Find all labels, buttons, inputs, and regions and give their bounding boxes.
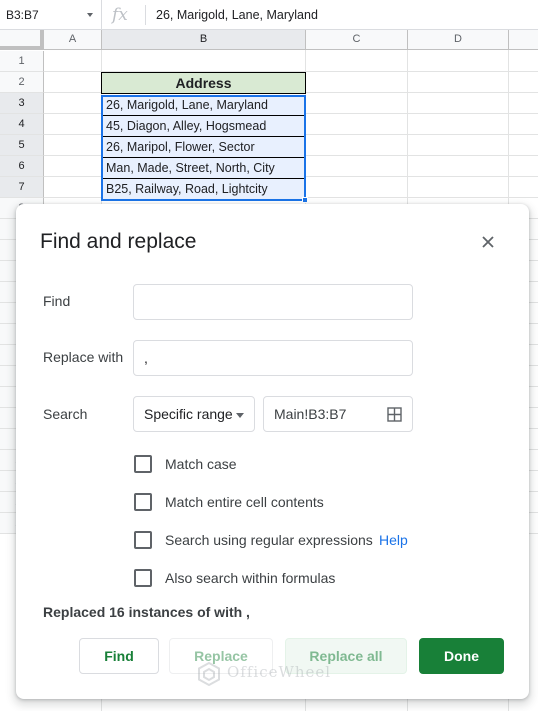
- column-header-a[interactable]: A: [44, 30, 102, 50]
- help-link[interactable]: Help: [379, 531, 408, 549]
- formula-input[interactable]: 26, Marigold, Lane, Maryland: [156, 0, 318, 30]
- match-entire-cell-label: Match entire cell contents: [165, 494, 324, 510]
- match-case-checkbox[interactable]: [134, 455, 152, 473]
- select-range-icon[interactable]: [387, 407, 402, 422]
- column-header-e[interactable]: [509, 30, 538, 50]
- row-header[interactable]: 4: [0, 114, 44, 135]
- chevron-down-icon: [236, 413, 244, 418]
- column-header-b[interactable]: B: [102, 30, 306, 50]
- find-input[interactable]: [133, 284, 413, 320]
- find-replace-dialog: Find and replace Find Replace with , Sea…: [16, 204, 529, 699]
- row-header[interactable]: 5: [0, 135, 44, 156]
- name-box-value: B3:B7: [6, 8, 39, 22]
- select-all-corner[interactable]: [0, 30, 44, 50]
- within-formulas-label: Also search within formulas: [165, 570, 336, 586]
- fx-icon: fx: [112, 5, 128, 25]
- within-formulas-checkbox[interactable]: [134, 569, 152, 587]
- search-label: Search: [43, 406, 88, 422]
- search-scope-value: Specific range: [144, 406, 233, 422]
- replace-label: Replace with: [43, 349, 124, 365]
- replace-button[interactable]: Replace: [169, 638, 273, 674]
- row-header[interactable]: 6: [0, 156, 44, 177]
- formula-divider: [145, 5, 146, 25]
- find-label: Find: [43, 293, 71, 309]
- replace-input[interactable]: ,: [133, 340, 413, 376]
- address-cell[interactable]: Man, Made, Street, North, City: [101, 158, 306, 179]
- close-icon[interactable]: [478, 232, 498, 252]
- match-case-label: Match case: [165, 456, 237, 472]
- replace-all-button[interactable]: Replace all: [285, 638, 407, 674]
- range-input[interactable]: Main!B3:B7: [263, 396, 413, 432]
- address-cell[interactable]: 45, Diagon, Alley, Hogsmead: [101, 116, 306, 137]
- column-header-c[interactable]: C: [306, 30, 408, 50]
- address-cell[interactable]: 26, Marigold, Lane, Maryland: [101, 95, 306, 116]
- formula-bar: B3:B7 fx 26, Marigold, Lane, Maryland: [0, 0, 538, 30]
- match-entire-cell-checkbox[interactable]: [134, 493, 152, 511]
- status-message: Replaced 16 instances of with ,: [43, 604, 250, 620]
- regex-label: Search using regular expressions: [165, 532, 373, 548]
- address-header-cell[interactable]: Address: [101, 72, 306, 94]
- regex-checkbox[interactable]: [134, 531, 152, 549]
- dialog-title: Find and replace: [40, 230, 197, 253]
- address-cell[interactable]: B25, Railway, Road, Lightcity: [101, 179, 306, 200]
- search-scope-select[interactable]: Specific range: [133, 396, 255, 432]
- fill-handle[interactable]: [302, 197, 308, 203]
- row-header[interactable]: 3: [0, 93, 44, 114]
- row-header[interactable]: 1: [0, 51, 44, 72]
- address-cell[interactable]: 26, Maripol, Flower, Sector: [101, 137, 306, 158]
- column-header-d[interactable]: D: [408, 30, 509, 50]
- row-header[interactable]: 2: [0, 72, 44, 93]
- name-box[interactable]: B3:B7: [0, 0, 102, 30]
- done-button[interactable]: Done: [419, 638, 504, 674]
- range-value: Main!B3:B7: [274, 406, 347, 422]
- chevron-down-icon[interactable]: [87, 13, 93, 17]
- find-button[interactable]: Find: [79, 638, 159, 674]
- row-header[interactable]: 7: [0, 177, 44, 198]
